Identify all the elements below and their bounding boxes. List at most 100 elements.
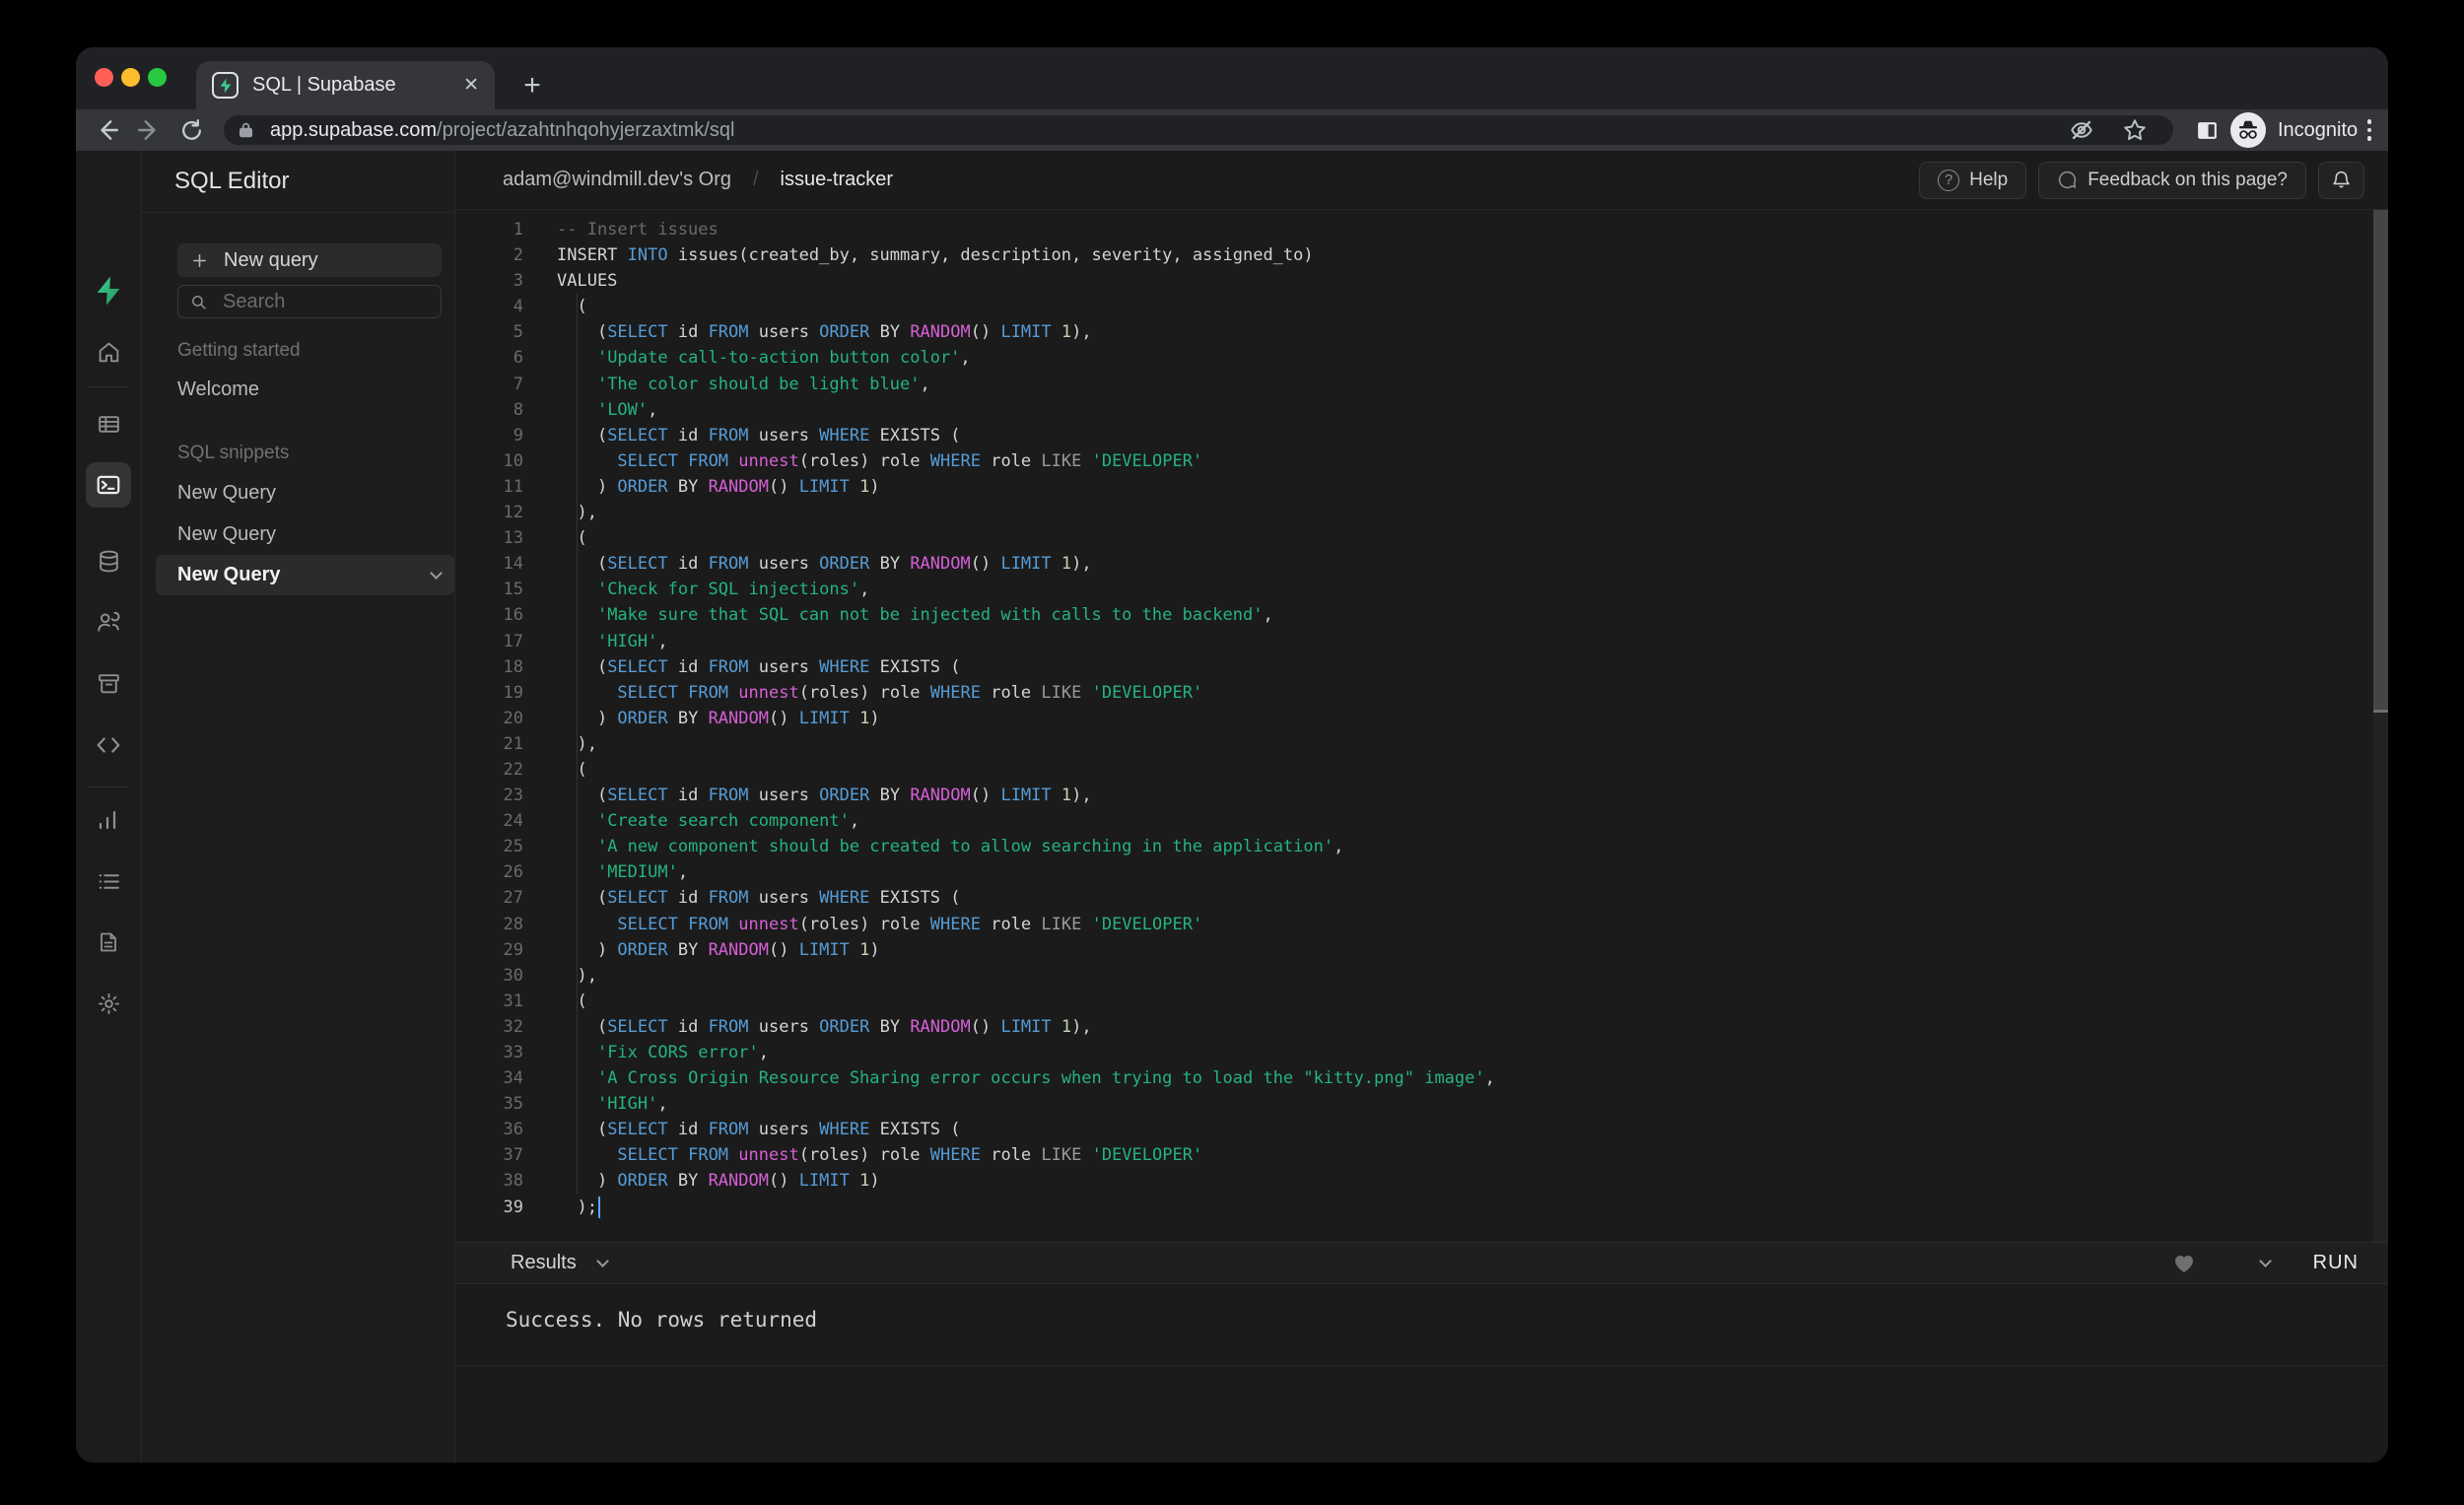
edge-functions-icon[interactable]	[76, 725, 141, 765]
code-line[interactable]: 11 ) ORDER BY RANDOM() LIMIT 1)	[455, 474, 2388, 500]
code-line[interactable]: 38 ) ORDER BY RANDOM() LIMIT 1)	[455, 1168, 2388, 1194]
code-line[interactable]: 37 SELECT FROM unnest(roles) role WHERE …	[455, 1142, 2388, 1168]
code-line[interactable]: 10 SELECT FROM unnest(roles) role WHERE …	[455, 448, 2388, 474]
results-label[interactable]: Results	[511, 1252, 577, 1274]
bookmark-star-icon[interactable]	[2122, 117, 2148, 143]
main-area: adam@windmill.dev's Org / issue-tracker …	[455, 151, 2388, 1463]
code-line[interactable]: 13 (	[455, 525, 2388, 551]
code-line[interactable]: 1 -- Insert issues	[455, 217, 2388, 242]
sql-code-editor[interactable]: 1 -- Insert issues 2 INSERT INTO issues(cre…	[455, 210, 2388, 1242]
settings-gear-icon[interactable]	[76, 984, 141, 1023]
code-line[interactable]: 14 (SELECT id FROM users ORDER BY RANDOM…	[455, 551, 2388, 577]
code-line[interactable]: 22 (	[455, 757, 2388, 783]
sidebar-item-new-query-3-active[interactable]: New Query	[156, 555, 454, 595]
code-line[interactable]: 34 'A Cross Origin Resource Sharing erro…	[455, 1065, 2388, 1091]
favorite-heart-icon[interactable]	[2172, 1252, 2196, 1275]
code-line[interactable]: 7 'The color should be light blue',	[455, 372, 2388, 397]
home-icon[interactable]	[76, 332, 141, 372]
chevron-down-icon[interactable]	[430, 567, 443, 580]
code-line[interactable]: 26 'MEDIUM',	[455, 859, 2388, 885]
line-number: 29	[503, 939, 523, 960]
line-number: 31	[503, 991, 523, 1011]
sql-editor-icon[interactable]	[76, 462, 141, 508]
browser-tab[interactable]: SQL | Supabase ✕	[196, 61, 495, 109]
sidebar-item-welcome[interactable]: Welcome	[177, 378, 259, 401]
code-line[interactable]: 35 'HIGH',	[455, 1091, 2388, 1117]
storage-icon[interactable]	[76, 663, 141, 703]
code-line[interactable]: 4 (	[455, 294, 2388, 319]
line-number: 4	[513, 297, 523, 317]
run-options-chevron-icon[interactable]	[2258, 1255, 2272, 1267]
project-header: adam@windmill.dev's Org / issue-tracker …	[455, 151, 2388, 210]
line-number: 26	[503, 862, 523, 883]
code-line[interactable]: 9 (SELECT id FROM users WHERE EXISTS (	[455, 423, 2388, 448]
code-line[interactable]: 2 INSERT INTO issues(created_by, summary,…	[455, 242, 2388, 268]
search-input[interactable]: Search	[177, 285, 442, 318]
breadcrumb-org[interactable]: adam@windmill.dev's Org	[503, 169, 731, 191]
close-window-button[interactable]	[95, 68, 113, 87]
results-chevron-icon[interactable]	[595, 1255, 609, 1267]
breadcrumb-separator: /	[752, 169, 759, 190]
chat-bubble-icon	[2059, 171, 2077, 189]
help-button[interactable]: ? Help	[1919, 161, 2027, 199]
code-line[interactable]: 31 (	[455, 989, 2388, 1014]
notifications-button[interactable]	[2318, 161, 2364, 199]
editor-scrollbar[interactable]	[2373, 210, 2388, 1242]
code-line[interactable]: 39 );	[455, 1195, 2388, 1220]
scrollbar-thumb[interactable]	[2373, 210, 2388, 713]
supabase-logo[interactable]	[76, 271, 141, 310]
line-number: 35	[503, 1094, 523, 1115]
code-line[interactable]: 16 'Make sure that SQL can not be inject…	[455, 602, 2388, 628]
code-line[interactable]: 18 (SELECT id FROM users WHERE EXISTS (	[455, 654, 2388, 680]
code-line[interactable]: 30 ),	[455, 963, 2388, 989]
code-line[interactable]: 15 'Check for SQL injections',	[455, 577, 2388, 602]
code-line[interactable]: 24 'Create search component',	[455, 808, 2388, 834]
run-button[interactable]: RUN	[2313, 1252, 2359, 1274]
nav-rail	[76, 151, 141, 1463]
forward-button[interactable]	[135, 116, 163, 144]
code-line[interactable]: 6 'Update call-to-action button color',	[455, 345, 2388, 371]
reload-button[interactable]	[177, 116, 205, 144]
account-icon[interactable]	[76, 1460, 141, 1463]
logs-icon[interactable]	[76, 861, 141, 901]
sidebar-item-new-query-1[interactable]: New Query	[177, 482, 276, 505]
code-line[interactable]: 36 (SELECT id FROM users WHERE EXISTS (	[455, 1117, 2388, 1142]
zoom-window-button[interactable]	[148, 68, 167, 87]
code-line[interactable]: 21 ),	[455, 731, 2388, 757]
sidebar-item-new-query-2[interactable]: New Query	[177, 523, 276, 546]
code-line[interactable]: 23 (SELECT id FROM users ORDER BY RANDOM…	[455, 783, 2388, 808]
database-icon[interactable]	[76, 541, 141, 581]
code-line[interactable]: 5 (SELECT id FROM users ORDER BY RANDOM(…	[455, 319, 2388, 345]
new-tab-button[interactable]: +	[517, 69, 547, 102]
code-line[interactable]: 32 (SELECT id FROM users ORDER BY RANDOM…	[455, 1014, 2388, 1040]
minimize-window-button[interactable]	[121, 68, 140, 87]
code-line[interactable]: 33 'Fix CORS error',	[455, 1040, 2388, 1065]
line-number: 23	[503, 786, 523, 806]
code-line[interactable]: 29 ) ORDER BY RANDOM() LIMIT 1)	[455, 937, 2388, 963]
new-query-button[interactable]: New query	[177, 243, 442, 277]
close-tab-icon[interactable]: ✕	[463, 74, 479, 97]
side-panel-icon[interactable]	[2195, 118, 2220, 143]
breadcrumb-project[interactable]: issue-tracker	[781, 169, 893, 191]
feedback-button[interactable]: Feedback on this page?	[2038, 161, 2306, 199]
browser-menu-button[interactable]	[2364, 116, 2374, 144]
line-number: 5	[513, 322, 523, 343]
docs-icon[interactable]	[76, 923, 141, 962]
table-editor-icon[interactable]	[76, 404, 141, 444]
code-line[interactable]: 19 SELECT FROM unnest(roles) role WHERE …	[455, 680, 2388, 706]
reports-icon[interactable]	[76, 800, 141, 840]
code-line[interactable]: 12 ),	[455, 500, 2388, 525]
code-line[interactable]: 17 'HIGH',	[455, 629, 2388, 654]
url-bar[interactable]: app.supabase.com/project/azahtnhqohyjerz…	[224, 115, 2173, 145]
code-line[interactable]: 28 SELECT FROM unnest(roles) role WHERE …	[455, 912, 2388, 937]
eye-off-icon[interactable]	[2069, 117, 2094, 143]
back-button[interactable]	[94, 116, 121, 144]
plus-icon	[193, 253, 206, 267]
code-line[interactable]: 27 (SELECT id FROM users WHERE EXISTS (	[455, 885, 2388, 911]
code-line[interactable]: 20 ) ORDER BY RANDOM() LIMIT 1)	[455, 706, 2388, 731]
code-line[interactable]: 3 VALUES	[455, 268, 2388, 294]
authentication-icon[interactable]	[76, 602, 141, 642]
code-line[interactable]: 8 'LOW',	[455, 397, 2388, 423]
code-line[interactable]: 25 'A new component should be created to…	[455, 834, 2388, 859]
line-number: 6	[513, 348, 523, 369]
